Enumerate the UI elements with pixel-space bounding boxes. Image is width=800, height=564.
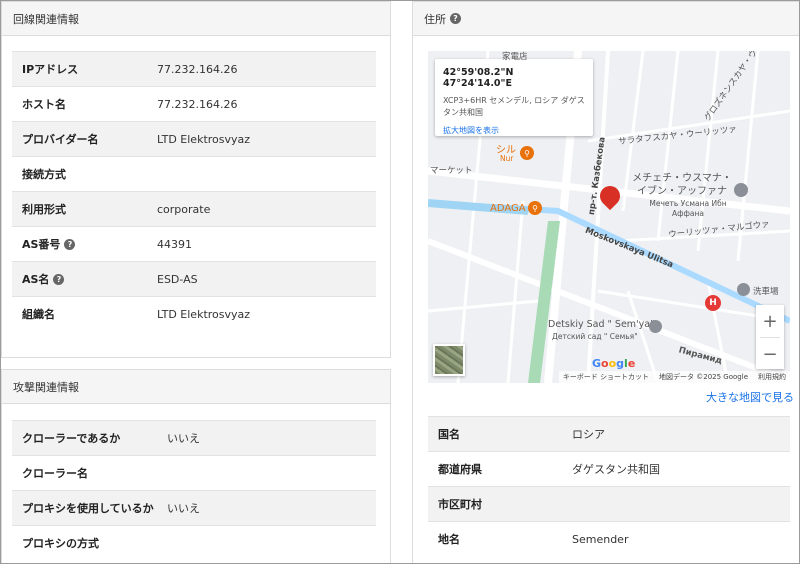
map-label-kaden: 家電店 [502, 52, 528, 62]
table-row: AS名? ESD-AS [12, 261, 376, 296]
network-info-header: 回線関連情報 [2, 2, 390, 36]
row-key: プロバイダー名 [22, 133, 99, 146]
table-row: 市区町村 [428, 486, 790, 521]
satellite-toggle[interactable] [433, 344, 465, 376]
attack-info-header: 攻撃関連情報 [2, 370, 390, 404]
table-row: 国名 ロシア [428, 416, 790, 451]
map-label-mosque-jp: メチェチ・ウスマナ・イブン・アッファナ [632, 173, 732, 197]
row-key: 組織名 [22, 308, 55, 321]
row-value: いいえ [167, 502, 200, 515]
help-icon[interactable]: ? [450, 13, 461, 24]
zoom-in-button[interactable]: + [756, 305, 784, 337]
hospital-icon[interactable]: H [705, 295, 721, 311]
map-label-detsky: Detskiy Sad " Sem'ya" [548, 319, 655, 330]
row-value: LTD Elektrosvyaz [157, 132, 251, 146]
row-value: ロシア [572, 428, 605, 441]
row-key: AS名? [12, 271, 157, 287]
row-key: プロキシを使用しているか [22, 502, 154, 515]
address-header: 住所? [413, 2, 799, 36]
map-coordinates: 42°59'08.2"N 47°24'14.0"E [443, 67, 514, 89]
table-row: 組織名 LTD Elektrosvyaz [12, 296, 376, 331]
address-table: 国名 ロシア 都道府県 ダゲスタン共和国 市区町村 地名 Semender [428, 416, 790, 556]
row-key: AS番号? [12, 236, 157, 252]
attack-info-title: 攻撃関連情報 [13, 380, 79, 394]
table-row: クローラーであるか いいえ [12, 420, 376, 455]
row-value: ESD-AS [157, 272, 198, 286]
bigger-map-link[interactable]: 大きな地図で見る [706, 389, 794, 405]
network-info-card: 回線関連情報 IPアドレス 77.232.164.26 ホスト名 77.232.… [1, 1, 391, 358]
map-label-nur: Nur [500, 154, 514, 163]
row-key: 国名 [438, 428, 460, 441]
help-icon[interactable]: ? [64, 238, 76, 250]
table-row: クローラー名 [12, 455, 376, 490]
row-value: 77.232.164.26 [157, 62, 238, 76]
terms-link[interactable]: 利用規約 [758, 372, 786, 382]
row-key: 接続方式 [22, 168, 66, 181]
map-info-window: 42°59'08.2"N 47°24'14.0"E XCP3+6HR セメンデル… [435, 59, 593, 136]
row-key: クローラー名 [22, 467, 88, 480]
row-key-label: AS番号 [22, 238, 61, 251]
table-row: プロキシを使用しているか いいえ [12, 490, 376, 525]
zoom-out-button[interactable]: − [756, 338, 784, 370]
row-value: 44391 [157, 237, 192, 251]
row-key: 市区町村 [438, 498, 482, 511]
map-data-text: 地図データ ©2025 Google [659, 373, 748, 381]
map-label-detsky-ru: Детский сад " Семья" [552, 332, 638, 341]
row-key: 都道府県 [438, 463, 482, 476]
row-value: corporate [157, 202, 211, 216]
row-key: クローラーであるか [22, 432, 121, 445]
row-value: Semender [572, 532, 629, 546]
network-info-title: 回線関連情報 [13, 12, 79, 26]
table-row: IPアドレス 77.232.164.26 [12, 51, 376, 86]
row-value: 77.232.164.26 [157, 97, 238, 111]
attack-info-table: クローラーであるか いいえ クローラー名 プロキシを使用しているか いいえ プロ… [12, 420, 376, 560]
map-address: XCP3+6HR セメンデル, ロシア ダゲスタン共和国 [443, 96, 585, 117]
map-view[interactable]: 42°59'08.2"N 47°24'14.0"E XCP3+6HR セメンデル… [428, 51, 790, 383]
restaurant-icon[interactable]: ⚲ [528, 201, 542, 215]
row-key: プロキシの方式 [22, 537, 99, 550]
row-key: 地名 [438, 533, 460, 546]
page-frame: 回線関連情報 IPアドレス 77.232.164.26 ホスト名 77.232.… [0, 0, 800, 564]
table-row: 都道府県 ダゲスタン共和国 [428, 451, 790, 486]
row-key: IPアドレス [22, 63, 79, 76]
row-value: いいえ [167, 432, 200, 445]
table-row: AS番号? 44391 [12, 226, 376, 261]
enlarge-map-link[interactable]: 拡大地図を表示 [443, 125, 585, 136]
row-key: ホスト名 [22, 98, 66, 111]
row-value: ダゲスタン共和国 [572, 463, 660, 476]
map-label-mosque-ru: Мечеть Усмана Ибн Аффана [649, 199, 727, 218]
address-card: 住所? 42°59'08.2"N 47°24'14.0"E XCP3+6HR セ… [412, 1, 799, 563]
table-row: ホスト名 77.232.164.26 [12, 86, 376, 121]
keyboard-shortcuts-link[interactable]: キーボード ショートカット [563, 372, 649, 382]
map-attribution: キーボード ショートカット 地図データ ©2025 Google 利用規約 [558, 371, 790, 383]
table-row: 接続方式 [12, 156, 376, 191]
google-logo: Google [592, 357, 636, 370]
map-label-adaga: ADAGA [490, 203, 526, 214]
laundry-icon[interactable] [737, 283, 750, 296]
map-label-market: マーケット [430, 166, 473, 176]
table-row: 利用形式 corporate [12, 191, 376, 226]
row-value: LTD Elektrosvyaz [157, 307, 251, 321]
table-row: プロバイダー名 LTD Elektrosvyaz [12, 121, 376, 156]
help-icon[interactable]: ? [53, 273, 65, 285]
map-label-laundry: 洗車場 [753, 287, 779, 297]
mosque-icon[interactable] [734, 183, 748, 197]
table-row: 地名 Semender [428, 521, 790, 556]
row-key-label: AS名 [22, 273, 50, 286]
address-title: 住所 [424, 12, 446, 26]
school-icon[interactable] [649, 320, 662, 333]
restaurant-icon[interactable]: ⚲ [520, 146, 534, 160]
zoom-controls: + − [756, 305, 784, 369]
row-key: 利用形式 [22, 203, 66, 216]
attack-info-card: 攻撃関連情報 クローラーであるか いいえ クローラー名 プロキシを使用しているか… [1, 369, 391, 563]
table-row: プロキシの方式 [12, 525, 376, 560]
network-info-table: IPアドレス 77.232.164.26 ホスト名 77.232.164.26 … [12, 51, 376, 331]
